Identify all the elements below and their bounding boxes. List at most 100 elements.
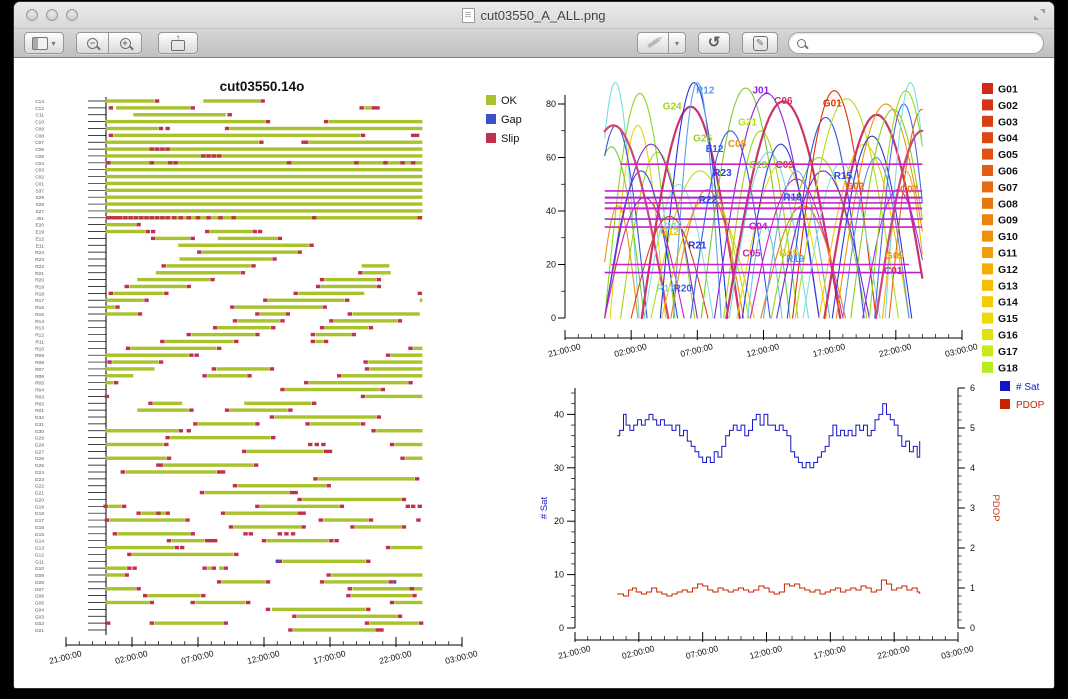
- svg-text:G16: G16: [35, 525, 44, 531]
- highlight-caret-button[interactable]: ▾: [669, 32, 686, 54]
- svg-text:OK: OK: [501, 95, 518, 107]
- sat-row: G21: [35, 491, 298, 497]
- svg-text:R05: R05: [35, 381, 44, 387]
- share-button[interactable]: ↑: [158, 32, 198, 54]
- window-title: cut03550_A_ALL.png: [480, 8, 605, 23]
- fullscreen-icon[interactable]: [1034, 9, 1045, 20]
- sat-row: G13: [35, 546, 422, 552]
- svg-text:C13: C13: [749, 160, 768, 171]
- svg-text:C10: C10: [35, 120, 44, 126]
- svg-text:E11: E11: [36, 243, 45, 249]
- sat-row: C02: [35, 175, 422, 181]
- markup-button[interactable]: ✎: [742, 32, 778, 54]
- svg-text:G10: G10: [35, 566, 44, 572]
- sat-row: G11: [35, 559, 370, 565]
- svg-text:G08: G08: [35, 580, 44, 586]
- svg-text:02:00:00: 02:00:00: [114, 648, 149, 666]
- svg-text:C09: C09: [35, 126, 44, 132]
- sat-row: C05: [35, 154, 422, 160]
- sat-row: C08: [35, 133, 419, 139]
- svg-text:R08: R08: [35, 360, 44, 366]
- svg-text:R14: R14: [35, 319, 44, 325]
- sat-row: R18: [35, 291, 422, 297]
- search-input[interactable]: [811, 36, 1035, 50]
- sat-row: R17: [35, 298, 422, 304]
- svg-text:R23: R23: [713, 168, 732, 179]
- svg-text:Gap: Gap: [501, 114, 522, 126]
- svg-text:30: 30: [554, 463, 564, 473]
- svg-text:R22: R22: [35, 264, 44, 270]
- svg-text:G06: G06: [998, 166, 1018, 178]
- svg-text:0: 0: [559, 623, 564, 633]
- sat-row: R09: [35, 353, 422, 359]
- sat-row: C03: [35, 168, 422, 174]
- svg-text:R21: R21: [35, 271, 44, 277]
- svg-text:PDOP: PDOP: [990, 495, 1001, 522]
- sidebar-icon: [32, 37, 48, 50]
- sat-row: R07: [35, 367, 422, 373]
- svg-text:G07: G07: [35, 587, 44, 593]
- sat-row: G03: [35, 614, 402, 620]
- svg-text:# Sat: # Sat: [539, 497, 550, 520]
- sat-row: R06: [35, 374, 422, 380]
- svg-text:G11: G11: [35, 559, 44, 565]
- sat-row: G20: [35, 497, 406, 503]
- svg-text:G05: G05: [35, 601, 44, 607]
- svg-text:G01: G01: [823, 99, 842, 110]
- svg-text:21:00:00: 21:00:00: [547, 341, 582, 359]
- svg-text:20: 20: [554, 516, 564, 526]
- sat-row: G04: [35, 607, 371, 613]
- svg-text:G03: G03: [998, 116, 1018, 128]
- sat-row: R08: [35, 360, 422, 366]
- availability-x-axis: 21:00:0002:00:0007:00:0012:00:0017:00:00…: [48, 637, 479, 666]
- svg-text:R19: R19: [786, 254, 805, 265]
- svg-text:G09: G09: [998, 215, 1018, 227]
- sat-row: E19: [35, 230, 262, 236]
- svg-text:17:00:00: 17:00:00: [812, 341, 847, 359]
- svg-text:G28: G28: [35, 443, 44, 449]
- sidebar-button[interactable]: ▾: [24, 32, 64, 54]
- sat-row: G31: [35, 422, 365, 428]
- svg-text:12:00:00: 12:00:00: [246, 648, 281, 666]
- sat-row: G10: [35, 566, 228, 572]
- sat-row: G29: [35, 436, 276, 442]
- sat-row: S29: [35, 195, 422, 201]
- svg-text:G21: G21: [35, 491, 44, 497]
- highlight-button[interactable]: [637, 32, 669, 54]
- dop-x-axis: 21:00:0002:00:0007:00:0012:00:0017:00:00…: [557, 632, 975, 661]
- svg-text:G04: G04: [35, 607, 44, 613]
- search-field[interactable]: [788, 32, 1044, 54]
- sat-row: G02: [35, 621, 423, 627]
- svg-text:Slip: Slip: [501, 133, 519, 145]
- svg-text:C07: C07: [35, 140, 44, 146]
- search-icon: [797, 39, 806, 48]
- svg-text:G14: G14: [998, 297, 1018, 309]
- dop-right-axis: 0123456PDOP: [958, 383, 1001, 633]
- sat-row: G22: [35, 484, 331, 490]
- svg-text:C08: C08: [728, 139, 747, 150]
- rotate-button[interactable]: ↺: [698, 32, 730, 54]
- sat-row: G17: [35, 518, 421, 524]
- svg-text:5: 5: [970, 423, 975, 433]
- svg-text:G01: G01: [998, 84, 1018, 96]
- sat-row: C06: [35, 147, 422, 153]
- sat-row: R11: [36, 339, 329, 345]
- svg-text:G25: G25: [693, 133, 712, 144]
- svg-text:E20: E20: [35, 223, 44, 229]
- svg-text:40: 40: [554, 409, 564, 419]
- svg-text:G02: G02: [845, 182, 864, 193]
- sat-row: G23: [35, 477, 419, 483]
- zoom-in-button[interactable]: +: [109, 32, 142, 54]
- sat-row: R04: [35, 388, 385, 394]
- svg-text:G15: G15: [35, 532, 44, 538]
- document-icon: [462, 8, 475, 23]
- sat-row: G26: [35, 456, 422, 462]
- zoom-out-button[interactable]: −: [76, 32, 109, 54]
- sat-row: C01: [35, 181, 422, 187]
- sat-row: S28: [35, 202, 422, 208]
- window-title-area: cut03550_A_ALL.png: [14, 2, 1054, 28]
- svg-text:E19: E19: [35, 230, 44, 236]
- svg-text:1: 1: [970, 583, 975, 593]
- svg-text:R13: R13: [35, 326, 44, 332]
- svg-text:G18: G18: [998, 362, 1018, 374]
